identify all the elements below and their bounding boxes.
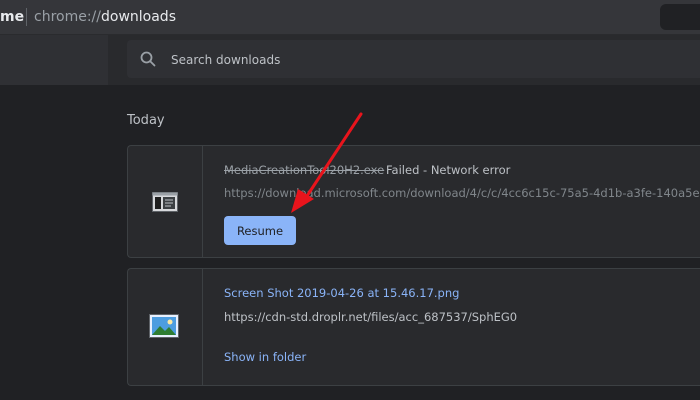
toolbar-left-panel — [0, 35, 108, 85]
download-status: Failed - Network error — [386, 163, 511, 177]
url-field[interactable]: chrome://downloads — [34, 0, 176, 34]
section-title-today: Today — [127, 113, 165, 128]
card-divider — [202, 269, 203, 385]
download-filename-link[interactable]: Screen Shot 2019-04-26 at 15.46.17.png — [224, 286, 459, 300]
resume-button[interactable]: Resume — [224, 216, 296, 245]
show-in-folder-link[interactable]: Show in folder — [224, 350, 306, 364]
omnibox-right-edge — [660, 4, 700, 30]
image-file-icon — [149, 314, 179, 338]
url-scheme: chrome:// — [34, 9, 101, 25]
exe-file-icon — [152, 192, 178, 212]
download-url: https://download.microsoft.com/download/… — [224, 186, 700, 200]
search-box[interactable] — [127, 40, 700, 80]
address-bar: me chrome://downloads — [0, 0, 700, 35]
url-host: downloads — [101, 9, 176, 25]
tab-title-fragment[interactable]: me — [0, 0, 24, 34]
download-url: https://cdn-std.droplr.net/files/acc_687… — [224, 310, 518, 324]
download-item-failed: MediaCreationTool20H2.exe Failed - Netwo… — [127, 145, 700, 258]
address-bar-divider — [26, 8, 27, 26]
download-filename: MediaCreationTool20H2.exe — [224, 163, 385, 177]
search-input[interactable] — [169, 40, 673, 80]
download-item-completed: Screen Shot 2019-04-26 at 15.46.17.png h… — [127, 268, 700, 386]
card-divider — [202, 146, 203, 257]
search-icon[interactable] — [139, 50, 157, 68]
